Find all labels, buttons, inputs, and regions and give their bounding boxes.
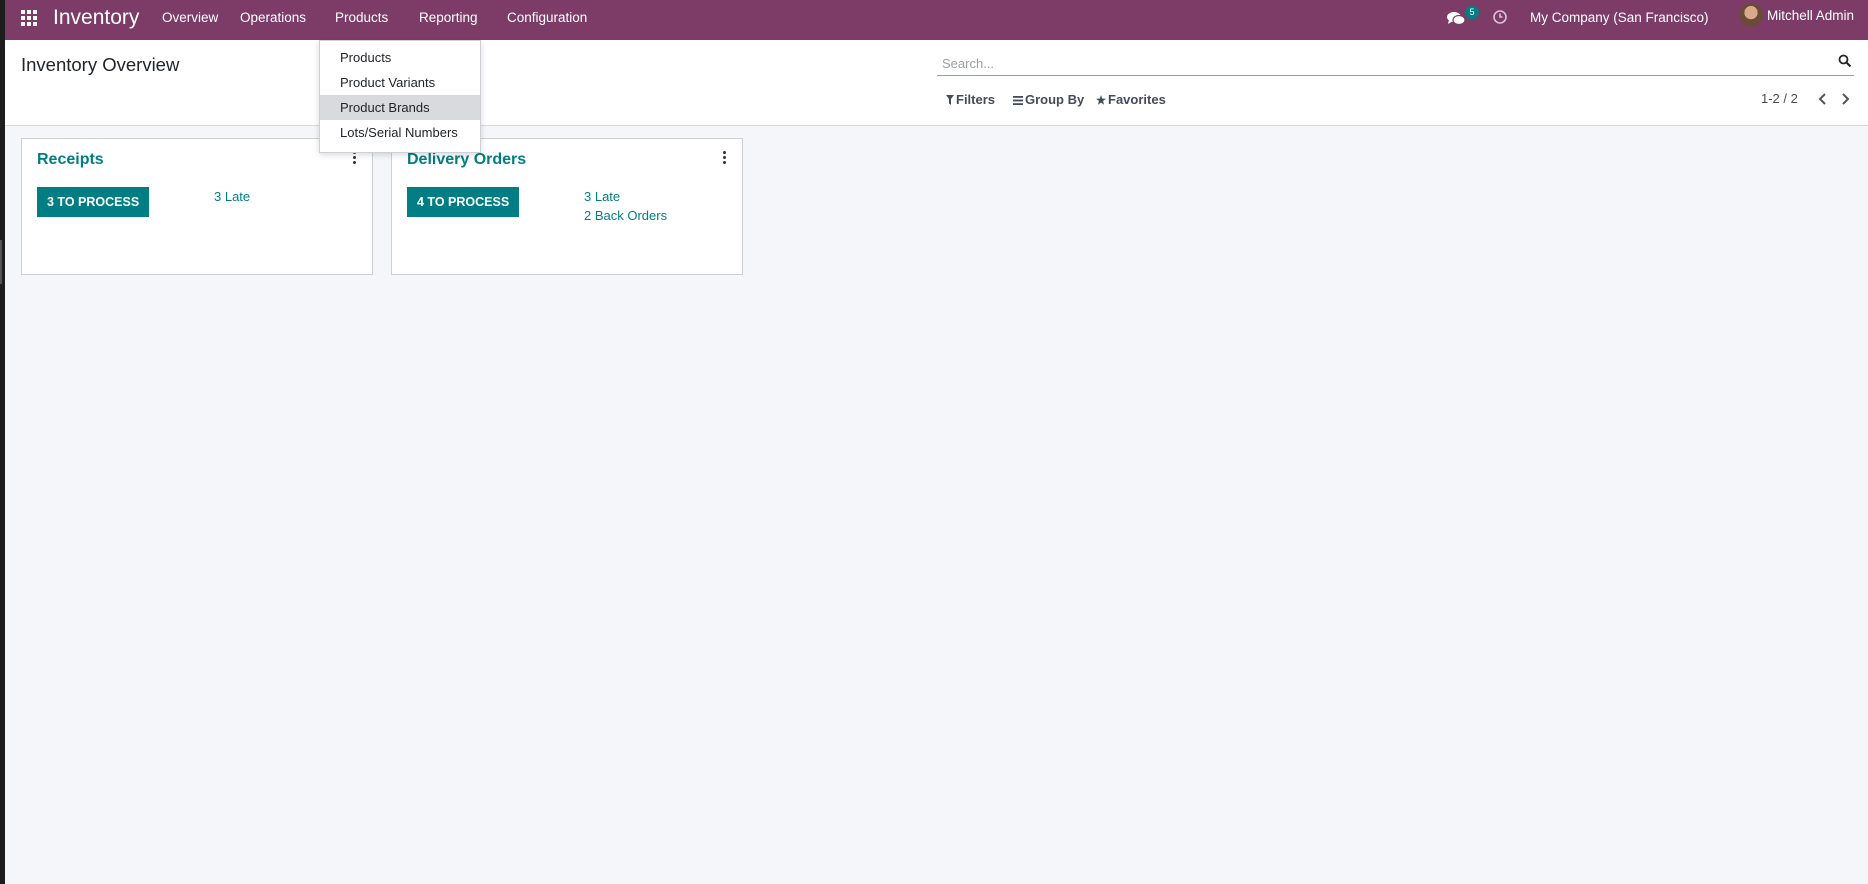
control-panel: Inventory Overview Filters Group By Favo…	[5, 40, 1868, 126]
window-left-edge	[0, 0, 5, 884]
search-icon[interactable]	[1838, 54, 1852, 68]
menu-configuration[interactable]: Configuration	[507, 10, 587, 26]
search-input[interactable]	[940, 52, 1824, 74]
page-title: Inventory Overview	[21, 54, 180, 75]
filters-button[interactable]: Filters	[946, 92, 995, 108]
top-navbar: Inventory Overview Operations Products R…	[5, 0, 1868, 40]
products-dropdown: Products Product Variants Product Brands…	[319, 40, 481, 153]
dropdown-item-product-brands[interactable]: Product Brands	[320, 95, 480, 120]
dropdown-item-lots-serial-numbers[interactable]: Lots/Serial Numbers	[320, 120, 480, 145]
menu-products[interactable]: Products	[335, 10, 388, 26]
late-link[interactable]: 3 Late	[584, 189, 620, 205]
dropdown-item-products[interactable]: Products	[320, 45, 480, 70]
dropdown-item-product-variants[interactable]: Product Variants	[320, 70, 480, 95]
star-icon	[1096, 95, 1106, 105]
favorites-button[interactable]: Favorites	[1096, 92, 1166, 108]
receipts-card: Receipts 3 TO PROCESS 3 Late	[21, 138, 373, 275]
card-title[interactable]: Delivery Orders	[407, 150, 526, 170]
app-brand[interactable]: Inventory	[53, 5, 139, 31]
group-by-label: Group By	[1025, 92, 1085, 107]
favorites-label: Favorites	[1108, 92, 1166, 107]
filters-label: Filters	[956, 92, 996, 107]
user-menu[interactable]: Mitchell Admin	[1767, 8, 1854, 24]
to-process-button[interactable]: 3 TO PROCESS	[37, 187, 150, 217]
chat-icon[interactable]	[1446, 10, 1466, 28]
late-link[interactable]: 3 Late	[214, 189, 250, 205]
funnel-icon	[946, 95, 954, 105]
clock-icon[interactable]	[1492, 9, 1508, 25]
kebab-icon[interactable]	[352, 151, 358, 165]
chat-count-badge: 5	[1465, 6, 1479, 19]
card-title[interactable]: Receipts	[37, 150, 104, 170]
search-bar	[937, 50, 1854, 76]
delivery-orders-card: Delivery Orders 4 TO PROCESS 3 Late 2 Ba…	[391, 138, 743, 275]
menu-operations[interactable]: Operations	[240, 10, 306, 26]
window-edge-handle	[0, 240, 2, 284]
chevron-right-icon[interactable]	[1837, 91, 1853, 107]
kebab-icon[interactable]	[722, 151, 728, 165]
avatar[interactable]	[1739, 3, 1763, 27]
bars-icon	[1013, 96, 1023, 105]
group-by-button[interactable]: Group By	[1013, 92, 1084, 108]
apps-grid-icon[interactable]	[21, 10, 39, 28]
back-orders-link[interactable]: 2 Back Orders	[584, 208, 667, 224]
menu-reporting[interactable]: Reporting	[419, 10, 478, 26]
company-switcher[interactable]: My Company (San Francisco)	[1530, 10, 1709, 26]
chevron-left-icon[interactable]	[1815, 91, 1831, 107]
to-process-button[interactable]: 4 TO PROCESS	[407, 187, 520, 217]
pager-value[interactable]: 1-2 / 2	[1761, 91, 1798, 107]
menu-overview[interactable]: Overview	[162, 10, 218, 26]
